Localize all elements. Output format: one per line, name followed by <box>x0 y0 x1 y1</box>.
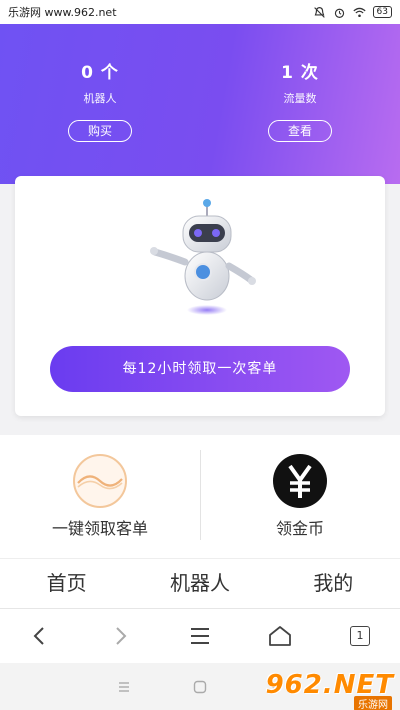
home-icon <box>269 626 291 646</box>
view-button[interactable]: 查看 <box>268 120 332 142</box>
robots-count: 0 个 <box>81 63 119 83</box>
claim-orders-button[interactable]: 每12小时领取一次客单 <box>50 346 350 392</box>
status-carrier-text: 乐游网 www.962.net <box>8 6 117 19</box>
feature-gold-coins[interactable]: 领金币 <box>200 435 400 558</box>
wave-circle-icon <box>73 454 127 508</box>
bottom-tabs: 首页 机器人 我的 <box>0 558 400 608</box>
alarm-icon <box>334 8 344 18</box>
robot-illustration <box>150 199 256 315</box>
system-home-icon[interactable] <box>192 679 208 695</box>
features-divider <box>200 450 201 540</box>
watermark-sub-text: 乐游网 <box>354 696 392 710</box>
robot-card: 每12小时领取一次客单 <box>15 176 385 416</box>
browser-nav-bar: 1 <box>0 608 400 663</box>
tab-home[interactable]: 首页 <box>0 559 133 608</box>
traffic-stat: 1 次 流量数 查看 <box>240 58 360 142</box>
status-bar: 乐游网 www.962.net 63 <box>0 0 400 24</box>
traffic-count: 1 次 <box>281 63 319 83</box>
tabs-button[interactable]: 1 <box>340 616 380 656</box>
robots-stat: 0 个 机器人 购买 <box>40 58 160 142</box>
tab-robots[interactable]: 机器人 <box>133 559 266 608</box>
back-icon <box>33 627 44 645</box>
menu-icon <box>191 628 209 644</box>
feature-claim-orders[interactable]: 一键领取客单 <box>0 435 200 558</box>
back-button[interactable] <box>20 616 60 656</box>
forward-icon <box>116 627 127 645</box>
forward-button[interactable] <box>100 616 140 656</box>
traffic-label: 流量数 <box>283 92 317 105</box>
wifi-icon <box>352 7 366 17</box>
mute-icon <box>313 6 325 18</box>
yuan-coin-icon <box>273 454 327 508</box>
system-menu-icon[interactable] <box>116 679 132 695</box>
feature-claim-orders-label: 一键领取客单 <box>51 519 148 538</box>
home-button[interactable] <box>260 616 300 656</box>
robots-label: 机器人 <box>83 92 117 105</box>
site-watermark: 962.NET 乐游网 <box>256 670 394 710</box>
status-icons: 63 <box>313 6 392 19</box>
menu-button[interactable] <box>180 616 220 656</box>
tabs-icon: 1 <box>350 626 370 646</box>
stats-header: 0 个 机器人 购买 1 次 流量数 查看 <box>0 24 400 184</box>
buy-button[interactable]: 购买 <box>68 120 132 142</box>
tab-mine[interactable]: 我的 <box>267 559 400 608</box>
battery-icon: 63 <box>372 6 392 18</box>
feature-gold-coins-label: 领金币 <box>275 519 324 538</box>
